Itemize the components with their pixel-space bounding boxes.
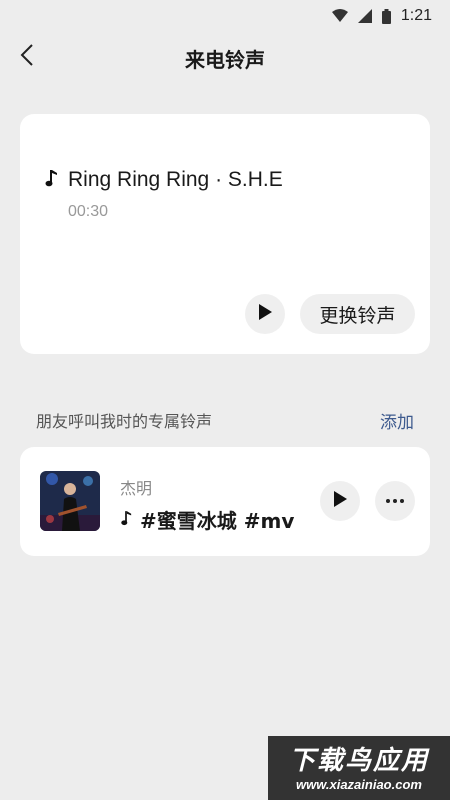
header: 来电铃声	[0, 32, 450, 82]
ringtone-card: Ring Ring Ring · S.H.E 00:30 更换铃声	[20, 114, 430, 354]
watermark-main: 下载鸟应用	[288, 746, 429, 776]
watermark-sub: www.xiazainiao.com	[296, 777, 422, 792]
wifi-icon	[331, 9, 348, 23]
battery-icon	[381, 8, 391, 24]
contact-name: 杰明	[120, 479, 153, 498]
contact-play-button[interactable]	[320, 481, 360, 521]
signal-icon	[357, 9, 372, 23]
play-icon	[258, 304, 272, 324]
play-icon	[333, 491, 347, 511]
music-note-icon	[120, 510, 132, 530]
ringtone-row: Ring Ring Ring · S.H.E	[44, 168, 283, 192]
more-dot	[386, 499, 390, 503]
page-title: 来电铃声	[185, 48, 265, 72]
contact-song-row: #蜜雪冰城 #mv	[120, 505, 294, 534]
contact-ringtone-card[interactable]: 杰明 #蜜雪冰城 #mv	[20, 447, 430, 556]
more-options-button[interactable]	[375, 481, 415, 521]
add-button[interactable]: 添加	[380, 408, 414, 433]
contact-avatar	[40, 471, 100, 531]
ringtone-play-button[interactable]	[245, 294, 285, 334]
contact-song: #蜜雪冰城 #mv	[140, 509, 295, 533]
more-dot	[393, 499, 397, 503]
screen: 1:21 来电铃声 Ring Ring Ring · S.H.E 00:30 更…	[0, 0, 450, 800]
ringtone-title: Ring Ring Ring · S.H.E	[68, 168, 283, 191]
more-dot	[400, 499, 404, 503]
music-note-icon	[44, 169, 58, 191]
watermark-logo: 下载鸟应用 www.xiazainiao.com	[268, 736, 450, 800]
friends-section-title: 朋友呼叫我时的专属铃声	[36, 412, 213, 431]
status-time: 1:21	[400, 7, 432, 24]
change-ringtone-button[interactable]: 更换铃声	[300, 294, 415, 334]
status-bar: 1:21	[0, 0, 450, 32]
ringtone-duration: 00:30	[68, 203, 109, 220]
